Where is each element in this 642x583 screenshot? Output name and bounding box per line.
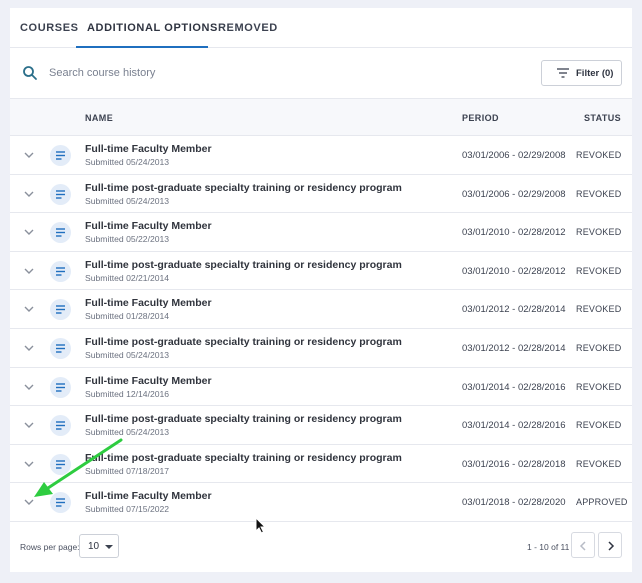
row-status: REVOKED — [576, 342, 622, 353]
mouse-cursor — [255, 517, 267, 534]
tab-removed[interactable]: REMOVED — [218, 22, 278, 34]
table-body: Full-time Faculty Member Submitted 05/24/… — [10, 136, 632, 522]
tab-courses[interactable]: COURSES — [20, 22, 79, 34]
document-icon — [50, 222, 71, 244]
row-submitted-date: Submitted 05/24/2013 — [85, 427, 170, 438]
chevron-down-icon[interactable] — [23, 149, 35, 161]
row-status: REVOKED — [576, 265, 622, 276]
row-status: REVOKED — [576, 304, 622, 315]
row-submitted-date: Submitted 12/14/2016 — [85, 388, 170, 399]
row-status: REVOKED — [576, 227, 622, 238]
search-bar: Search course history Filter (0) — [10, 48, 632, 98]
row-submitted-date: Submitted 02/21/2014 — [85, 272, 170, 283]
filter-label: Filter (0) — [576, 68, 614, 79]
row-submitted-date: Submitted 05/24/2013 — [85, 195, 170, 206]
row-submitted-date: Submitted 07/15/2022 — [85, 504, 170, 515]
chevron-down-icon[interactable] — [23, 496, 35, 508]
header-status[interactable]: STATUS — [584, 113, 621, 123]
row-name: Full-time Faculty Member — [85, 297, 212, 310]
search-icon — [23, 66, 37, 80]
table-row[interactable]: Full-time post-graduate specialty traini… — [10, 329, 632, 368]
chevron-down-icon[interactable] — [23, 303, 35, 315]
chevron-down-icon[interactable] — [23, 226, 35, 238]
table-row[interactable]: Full-time post-graduate specialty traini… — [10, 445, 632, 484]
row-name: Full-time post-graduate specialty traini… — [85, 335, 402, 348]
row-status: REVOKED — [576, 381, 622, 392]
row-name: Full-time Faculty Member — [85, 490, 212, 503]
document-icon — [50, 376, 71, 398]
row-period: 03/01/2018 - 02/28/2020 — [462, 497, 566, 509]
previous-page-button[interactable] — [571, 532, 595, 558]
table-row[interactable]: Full-time post-graduate specialty traini… — [10, 406, 632, 445]
document-icon — [50, 260, 71, 282]
table-row[interactable]: Full-time Faculty Member Submitted 01/28/… — [10, 290, 632, 329]
chevron-down-icon[interactable] — [23, 381, 35, 393]
search-input[interactable]: Search course history — [49, 67, 155, 79]
row-name: Full-time post-graduate specialty traini… — [85, 258, 402, 271]
row-submitted-date: Submitted 07/18/2017 — [85, 465, 170, 476]
row-period: 03/01/2012 - 02/28/2014 — [462, 342, 566, 354]
chevron-right-icon — [608, 541, 615, 551]
row-period: 03/01/2016 - 02/28/2018 — [462, 458, 566, 470]
rows-per-page-label: Rows per page: — [20, 542, 80, 552]
row-period: 03/01/2006 - 02/29/2008 — [462, 150, 566, 161]
table-row[interactable]: Full-time Faculty Member Submitted 05/24/… — [10, 136, 632, 175]
table-row[interactable]: Full-time Faculty Member Submitted 05/22/… — [10, 213, 632, 252]
row-period: 03/01/2012 - 02/28/2014 — [462, 304, 566, 316]
next-page-button[interactable] — [598, 532, 622, 558]
row-status: REVOKED — [576, 458, 622, 469]
document-icon — [50, 453, 71, 475]
row-name: Full-time post-graduate specialty traini… — [85, 181, 402, 194]
row-name: Full-time post-graduate specialty traini… — [85, 451, 402, 464]
row-period: 03/01/2006 - 02/29/2008 — [462, 188, 566, 200]
filter-button[interactable]: Filter (0) — [541, 60, 622, 86]
chevron-down-icon[interactable] — [23, 188, 35, 200]
row-status: REVOKED — [576, 188, 622, 199]
chevron-down-icon[interactable] — [23, 419, 35, 431]
row-name: Full-time Faculty Member — [85, 143, 212, 155]
row-period: 03/01/2010 - 02/28/2012 — [462, 265, 566, 277]
course-history-panel: COURSES ADDITIONAL OPTIONS REMOVED Searc… — [10, 8, 632, 572]
page-range: 1 - 10 of 11 — [527, 542, 570, 552]
header-period[interactable]: PERIOD — [462, 113, 499, 123]
row-status: REVOKED — [576, 150, 622, 160]
row-status: APPROVED — [576, 497, 628, 508]
document-icon — [50, 299, 71, 321]
document-icon — [50, 337, 71, 359]
header-name[interactable]: NAME — [85, 113, 113, 123]
rows-per-page-value: 10 — [88, 541, 100, 552]
chevron-down-icon[interactable] — [23, 265, 35, 277]
caret-down-icon — [105, 545, 113, 549]
row-submitted-date: Submitted 05/22/2013 — [85, 234, 170, 245]
tab-bar: COURSES ADDITIONAL OPTIONS REMOVED — [10, 8, 632, 48]
row-submitted-date: Submitted 01/28/2014 — [85, 311, 170, 322]
row-period: 03/01/2014 - 02/28/2016 — [462, 381, 566, 393]
row-name: Full-time post-graduate specialty traini… — [85, 413, 402, 426]
tab-additional-options[interactable]: ADDITIONAL OPTIONS — [87, 22, 218, 34]
filter-icon — [557, 68, 569, 78]
row-period: 03/01/2014 - 02/28/2016 — [462, 420, 566, 432]
chevron-down-icon[interactable] — [23, 342, 35, 354]
row-submitted-date: Submitted 05/24/2013 — [85, 157, 170, 167]
row-period: 03/01/2010 - 02/28/2012 — [462, 227, 566, 239]
document-icon — [50, 183, 71, 205]
document-icon — [50, 415, 71, 437]
chevron-down-icon[interactable] — [23, 458, 35, 470]
row-status: REVOKED — [576, 420, 622, 431]
table-header: NAME PERIOD STATUS — [10, 98, 632, 136]
rows-per-page-select[interactable]: 10 — [79, 534, 119, 558]
row-submitted-date: Submitted 05/24/2013 — [85, 349, 170, 360]
row-name: Full-time Faculty Member — [85, 374, 212, 387]
table-row[interactable]: Full-time Faculty Member Submitted 07/15/… — [10, 483, 632, 522]
table-row[interactable]: Full-time post-graduate specialty traini… — [10, 252, 632, 291]
row-name: Full-time Faculty Member — [85, 220, 212, 233]
table-row[interactable]: Full-time Faculty Member Submitted 12/14/… — [10, 368, 632, 407]
document-icon — [50, 492, 71, 514]
table-row[interactable]: Full-time post-graduate specialty traini… — [10, 175, 632, 214]
document-icon — [50, 145, 71, 166]
pagination-bar: Rows per page: 10 1 - 10 of 11 — [10, 526, 632, 572]
chevron-left-icon — [579, 541, 586, 551]
